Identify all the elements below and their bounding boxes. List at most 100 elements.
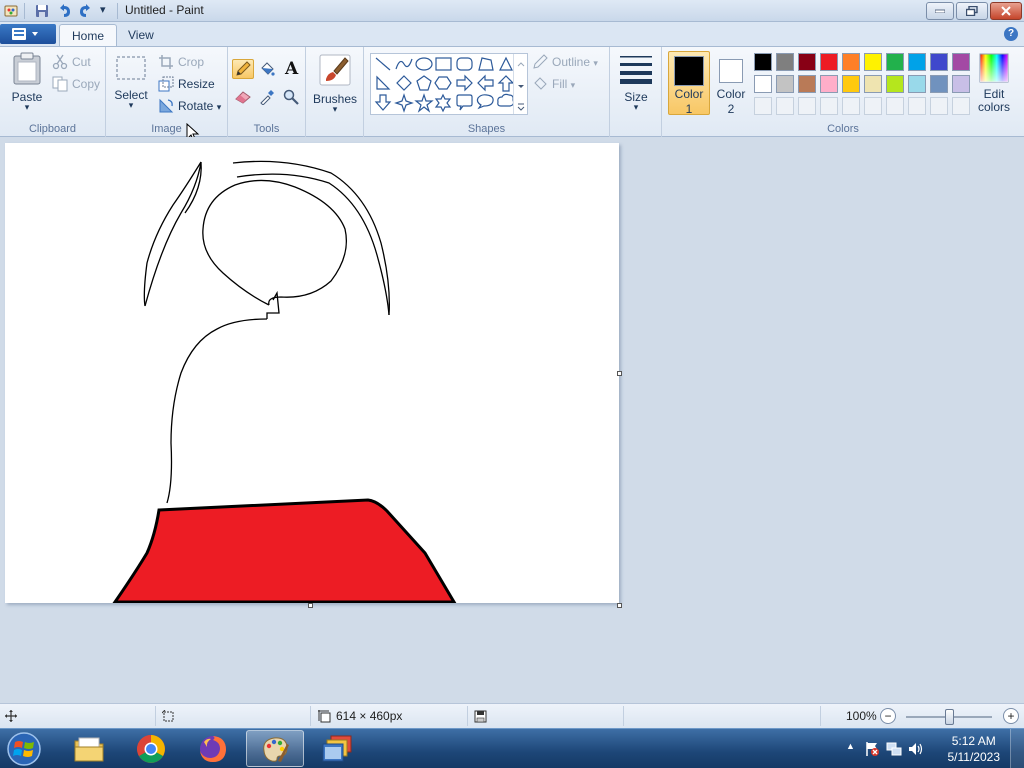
up-arrow-shape[interactable] <box>497 75 513 92</box>
rounded-callout-shape[interactable] <box>456 94 473 111</box>
show-hidden-icons-button[interactable]: ▲ <box>846 741 855 751</box>
palette-custom-slot[interactable] <box>886 97 904 115</box>
diamond-shape[interactable] <box>396 75 412 91</box>
zoom-slider-thumb[interactable] <box>945 709 954 725</box>
brushes-button[interactable]: Brushes ▾ <box>312 53 358 115</box>
four-point-star-shape[interactable] <box>394 93 414 113</box>
canvas-resize-handle-corner[interactable] <box>617 603 622 608</box>
palette-swatch[interactable] <box>776 53 794 71</box>
size-button[interactable]: Size ▾ <box>616 53 656 113</box>
taskbar-chrome[interactable] <box>122 730 180 767</box>
palette-swatch[interactable] <box>930 53 948 71</box>
edit-colors-button[interactable]: Edit colors <box>974 53 1014 114</box>
pencil-tool[interactable] <box>232 59 254 79</box>
palette-swatch[interactable] <box>754 53 772 71</box>
undo-icon[interactable] <box>56 3 72 19</box>
restore-button[interactable] <box>956 2 988 20</box>
palette-custom-slot[interactable] <box>908 97 926 115</box>
paint-menu-button[interactable] <box>0 24 56 44</box>
cut-button[interactable]: Cut <box>52 52 91 72</box>
outline-button[interactable]: Outline ▾ <box>532 52 598 72</box>
resize-button[interactable]: Resize <box>158 74 215 94</box>
palette-swatch[interactable] <box>842 75 860 93</box>
rounded-rectangle-shape[interactable] <box>456 57 473 71</box>
zoom-out-button[interactable]: − <box>880 708 896 724</box>
color-picker-tool[interactable] <box>256 87 278 107</box>
palette-custom-slot[interactable] <box>864 97 882 115</box>
oval-shape[interactable] <box>415 57 433 71</box>
palette-swatch[interactable] <box>864 75 882 93</box>
palette-swatch[interactable] <box>798 75 816 93</box>
polygon-shape[interactable] <box>478 57 494 71</box>
customize-quick-access-dropdown[interactable]: ▾ <box>100 3 106 19</box>
palette-swatch[interactable] <box>820 75 838 93</box>
zoom-in-button[interactable]: + <box>1003 708 1019 724</box>
save-quick-access-icon[interactable] <box>34 3 50 19</box>
triangle-shape[interactable] <box>499 56 513 71</box>
palette-custom-slot[interactable] <box>842 97 860 115</box>
drawing-canvas[interactable] <box>5 143 619 603</box>
curve-shape[interactable] <box>395 58 413 70</box>
palette-custom-slot[interactable] <box>776 97 794 115</box>
pentagon-shape[interactable] <box>416 75 432 91</box>
palette-swatch[interactable] <box>908 75 926 93</box>
rectangle-shape[interactable] <box>435 57 452 71</box>
palette-custom-slot[interactable] <box>820 97 838 115</box>
crop-button[interactable]: Crop <box>158 52 204 72</box>
palette-custom-slot[interactable] <box>754 97 772 115</box>
palette-swatch[interactable] <box>886 75 904 93</box>
palette-swatch[interactable] <box>776 75 794 93</box>
select-button[interactable]: Select ▾ <box>112 55 150 111</box>
cloud-callout-shape[interactable] <box>497 93 513 107</box>
rotate-dropdown-arrow[interactable]: ▾ <box>217 102 222 112</box>
fill-button[interactable]: Fill ▾ <box>532 74 575 94</box>
palette-swatch[interactable] <box>908 53 926 71</box>
oval-callout-shape[interactable] <box>476 94 494 110</box>
taskbar-paint[interactable] <box>246 730 304 767</box>
size-dropdown-arrow[interactable]: ▾ <box>616 102 656 113</box>
hexagon-shape[interactable] <box>434 76 452 90</box>
fill-tool[interactable] <box>256 59 278 79</box>
eraser-tool[interactable] <box>232 87 254 107</box>
color-2-button[interactable]: Color 2 <box>710 51 752 116</box>
minimize-button[interactable] <box>926 2 954 20</box>
palette-swatch[interactable] <box>820 53 838 71</box>
paint-app-icon[interactable] <box>4 3 20 19</box>
left-arrow-shape[interactable] <box>477 74 494 92</box>
down-arrow-shape[interactable] <box>374 94 392 111</box>
palette-swatch[interactable] <box>952 75 970 93</box>
tab-view[interactable]: View <box>116 24 166 46</box>
redo-icon[interactable] <box>78 3 94 19</box>
line-shape[interactable] <box>375 57 391 71</box>
help-icon[interactable]: ? <box>1004 27 1018 41</box>
copy-button[interactable]: Copy <box>52 74 100 94</box>
palette-swatch[interactable] <box>864 53 882 71</box>
canvas-resize-handle-bottom[interactable] <box>308 603 313 608</box>
volume-icon[interactable] <box>908 741 924 757</box>
palette-swatch[interactable] <box>952 53 970 71</box>
shapes-scroll[interactable] <box>513 54 527 114</box>
taskbar-app[interactable] <box>308 730 366 767</box>
clock[interactable]: 5:12 AM 5/11/2023 <box>948 733 1001 765</box>
canvas-resize-handle-right[interactable] <box>617 371 622 376</box>
close-button[interactable] <box>990 2 1022 20</box>
color-1-button[interactable]: Color 1 <box>668 51 710 116</box>
palette-swatch[interactable] <box>930 75 948 93</box>
action-center-flag-icon[interactable] <box>864 741 880 757</box>
palette-custom-slot[interactable] <box>798 97 816 115</box>
palette-custom-slot[interactable] <box>930 97 948 115</box>
taskbar-firefox[interactable] <box>184 730 242 767</box>
palette-swatch[interactable] <box>754 75 772 93</box>
paste-button[interactable]: Paste ▾ <box>8 51 46 113</box>
five-point-star-shape[interactable] <box>414 93 434 113</box>
start-button[interactable] <box>4 731 44 767</box>
rotate-button[interactable]: Rotate ▾ <box>158 96 221 116</box>
palette-custom-slot[interactable] <box>952 97 970 115</box>
palette-swatch[interactable] <box>886 53 904 71</box>
text-tool[interactable]: A <box>280 59 302 79</box>
network-icon[interactable] <box>886 741 902 757</box>
tab-home[interactable]: Home <box>59 24 118 46</box>
magnifier-tool[interactable] <box>280 87 302 107</box>
palette-swatch[interactable] <box>842 53 860 71</box>
taskbar-explorer[interactable] <box>60 730 118 767</box>
